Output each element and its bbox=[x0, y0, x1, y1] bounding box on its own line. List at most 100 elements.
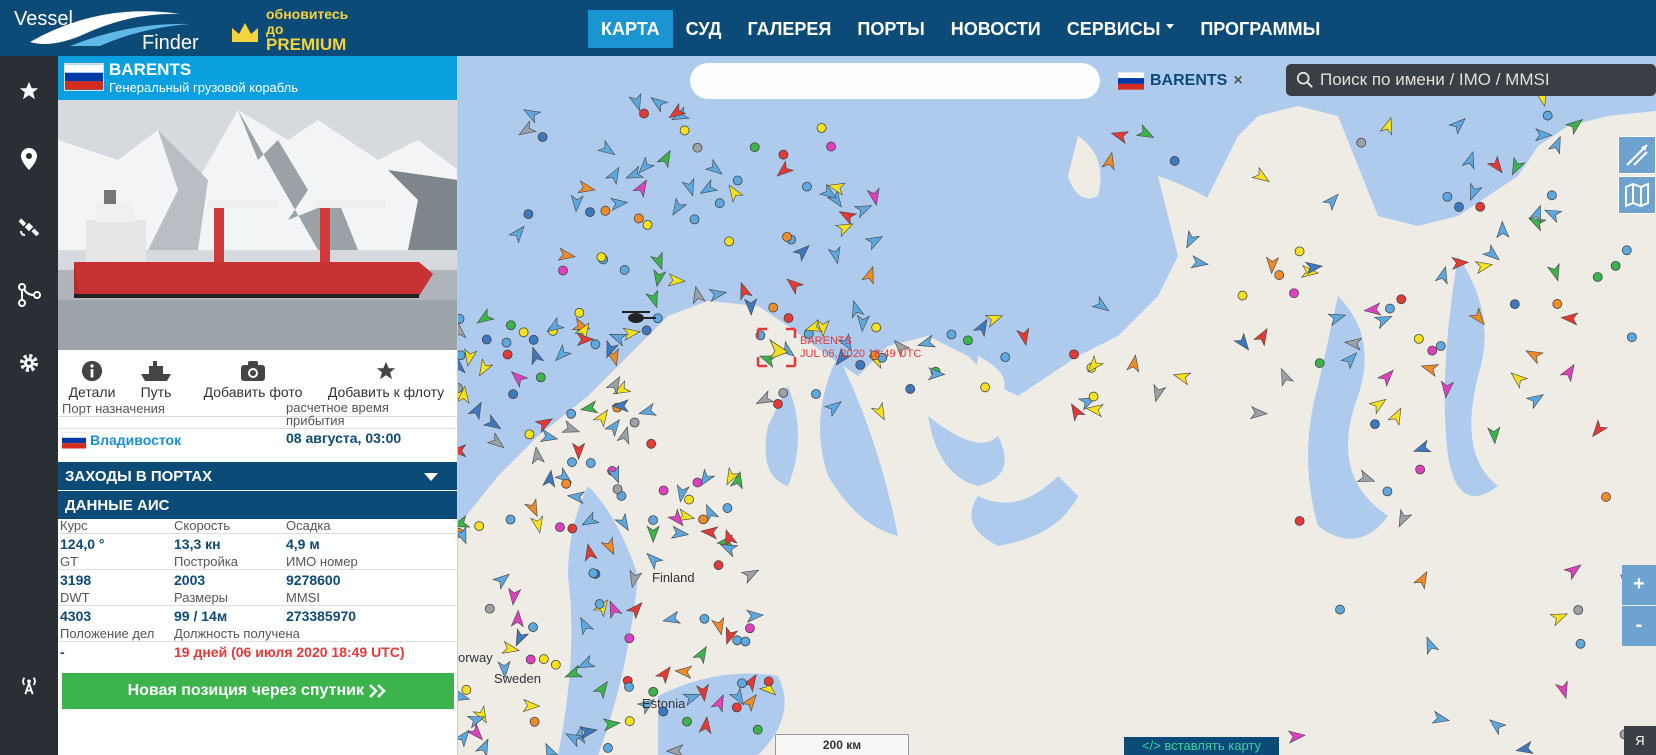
vessel-marker[interactable] bbox=[521, 104, 542, 124]
vessel-marker[interactable] bbox=[731, 702, 742, 713]
vessel-marker[interactable] bbox=[783, 313, 794, 323]
vessel-marker[interactable] bbox=[732, 175, 743, 186]
vessel-marker[interactable] bbox=[698, 514, 709, 525]
vessel-marker[interactable] bbox=[1442, 191, 1453, 202]
vessel-marker[interactable] bbox=[1385, 303, 1395, 314]
map-canvas[interactable] bbox=[458, 56, 1656, 755]
vessel-marker[interactable] bbox=[557, 247, 576, 262]
vessel-marker[interactable] bbox=[1448, 114, 1469, 135]
vessel-marker[interactable] bbox=[607, 329, 628, 347]
vessel-marker[interactable] bbox=[1413, 334, 1424, 344]
vessel-marker[interactable] bbox=[646, 438, 657, 449]
vessel-marker[interactable] bbox=[984, 310, 1005, 328]
vessel-marker[interactable] bbox=[713, 560, 724, 571]
vessel-marker[interactable] bbox=[802, 181, 812, 192]
vessel-marker[interactable] bbox=[458, 350, 466, 361]
satellite-rail-button[interactable] bbox=[12, 210, 46, 244]
vessel-map[interactable]: BARENTS JUL 06, 2020 18:49 UTC Finland o… bbox=[458, 56, 1656, 755]
vessel-marker[interactable] bbox=[740, 636, 751, 647]
vessel-marker[interactable] bbox=[585, 207, 595, 217]
vessel-marker[interactable] bbox=[1461, 150, 1479, 170]
vessel-marker[interactable] bbox=[594, 599, 605, 609]
vessel-marker[interactable] bbox=[567, 457, 577, 468]
vessel-marker[interactable] bbox=[535, 372, 546, 383]
vessel-marker[interactable] bbox=[484, 603, 495, 614]
vessel-marker[interactable] bbox=[972, 316, 992, 338]
vessel-marker[interactable] bbox=[656, 148, 675, 169]
vessel-marker[interactable] bbox=[474, 521, 485, 531]
vessel-marker[interactable] bbox=[566, 408, 577, 419]
vessel-marker[interactable] bbox=[871, 322, 882, 333]
vessel-marker[interactable] bbox=[1575, 638, 1586, 649]
vessel-marker[interactable] bbox=[1396, 294, 1407, 305]
vessel-marker[interactable] bbox=[697, 178, 719, 199]
vessel-marker[interactable] bbox=[681, 177, 698, 198]
satellite-position-button[interactable]: Новая позиция через спутник bbox=[62, 673, 454, 709]
vessel-marker[interactable] bbox=[650, 251, 668, 271]
settings-rail-button[interactable] bbox=[12, 346, 46, 380]
vessel-marker[interactable] bbox=[645, 289, 662, 309]
route-rail-button[interactable] bbox=[12, 278, 46, 312]
vessel-marker[interactable] bbox=[527, 345, 545, 366]
nav-item-ports[interactable]: ПОРТЫ bbox=[844, 10, 937, 48]
map-layers-button[interactable] bbox=[1618, 176, 1656, 214]
vessel-marker[interactable] bbox=[1069, 349, 1079, 360]
vessel-marker[interactable] bbox=[516, 120, 537, 140]
vessel-marker[interactable] bbox=[708, 287, 727, 302]
vessel-marker[interactable] bbox=[848, 299, 865, 319]
vessel-marker[interactable] bbox=[837, 206, 858, 226]
vessel-marker[interactable] bbox=[632, 177, 652, 198]
vessel-marker[interactable] bbox=[1000, 352, 1011, 363]
vessel-marker[interactable] bbox=[642, 219, 653, 230]
vessel-marker[interactable] bbox=[622, 326, 641, 341]
vessel-marker[interactable] bbox=[1509, 299, 1520, 310]
vessel-marker[interactable] bbox=[905, 384, 916, 394]
vessel-marker[interactable] bbox=[1274, 270, 1285, 280]
vessel-marker[interactable] bbox=[735, 281, 753, 301]
vessel-marker[interactable] bbox=[482, 414, 504, 434]
vesselfinder-logo[interactable]: Vessel Finder bbox=[10, 2, 210, 54]
vessel-marker[interactable] bbox=[1314, 358, 1325, 368]
vessel-marker[interactable] bbox=[768, 302, 779, 313]
vessel-marker[interactable] bbox=[461, 685, 472, 695]
vessel-marker[interactable] bbox=[1091, 295, 1112, 316]
vessel-marker[interactable] bbox=[502, 349, 513, 360]
vessel-marker[interactable] bbox=[855, 359, 866, 370]
vessel-marker[interactable] bbox=[714, 198, 725, 209]
vessel-marker[interactable] bbox=[604, 164, 624, 186]
vessel-marker[interactable] bbox=[1289, 288, 1299, 299]
ais-antenna-rail-button[interactable] bbox=[12, 668, 46, 702]
vessel-marker[interactable] bbox=[1435, 341, 1446, 351]
vessel-marker[interactable] bbox=[467, 400, 486, 421]
vessel-marker[interactable] bbox=[722, 503, 733, 513]
vessel-marker[interactable] bbox=[624, 682, 634, 692]
vessel-search-input[interactable]: Поиск по имени / IMO / MMSI bbox=[1286, 64, 1656, 96]
vessel-marker[interactable] bbox=[629, 417, 640, 428]
vessel-marker[interactable] bbox=[1573, 605, 1584, 615]
vessel-marker[interactable] bbox=[763, 676, 774, 687]
vessel-marker[interactable] bbox=[1475, 201, 1486, 212]
vessel-marker[interactable] bbox=[724, 182, 744, 203]
vessel-marker[interactable] bbox=[624, 633, 635, 644]
vessel-marker[interactable] bbox=[588, 568, 599, 579]
yandex-attribution[interactable]: Я bbox=[1624, 726, 1656, 755]
vessel-marker[interactable] bbox=[501, 337, 512, 348]
vessel-marker[interactable] bbox=[528, 334, 539, 345]
vessel-marker[interactable] bbox=[1294, 516, 1305, 526]
vessel-marker[interactable] bbox=[529, 716, 540, 727]
nav-item-vessels[interactable]: СУД bbox=[673, 10, 735, 48]
vessel-marker[interactable] bbox=[668, 197, 688, 218]
vessel-marker[interactable] bbox=[778, 149, 789, 160]
vessel-marker[interactable] bbox=[612, 484, 623, 495]
vessel-marker[interactable] bbox=[505, 514, 516, 525]
nav-item-news[interactable]: НОВОСТИ bbox=[938, 10, 1054, 48]
vessel-marker[interactable] bbox=[1016, 327, 1032, 347]
vessel-marker[interactable] bbox=[658, 485, 669, 496]
zoom-in-button[interactable]: + bbox=[1622, 565, 1656, 605]
vessel-marker[interactable] bbox=[816, 123, 827, 133]
vessel-marker[interactable] bbox=[474, 308, 495, 328]
vessel-marker[interactable] bbox=[1101, 151, 1117, 171]
vessel-marker[interactable] bbox=[782, 231, 792, 242]
vessel-marker[interactable] bbox=[1382, 486, 1393, 497]
location-rail-button[interactable] bbox=[12, 142, 46, 176]
